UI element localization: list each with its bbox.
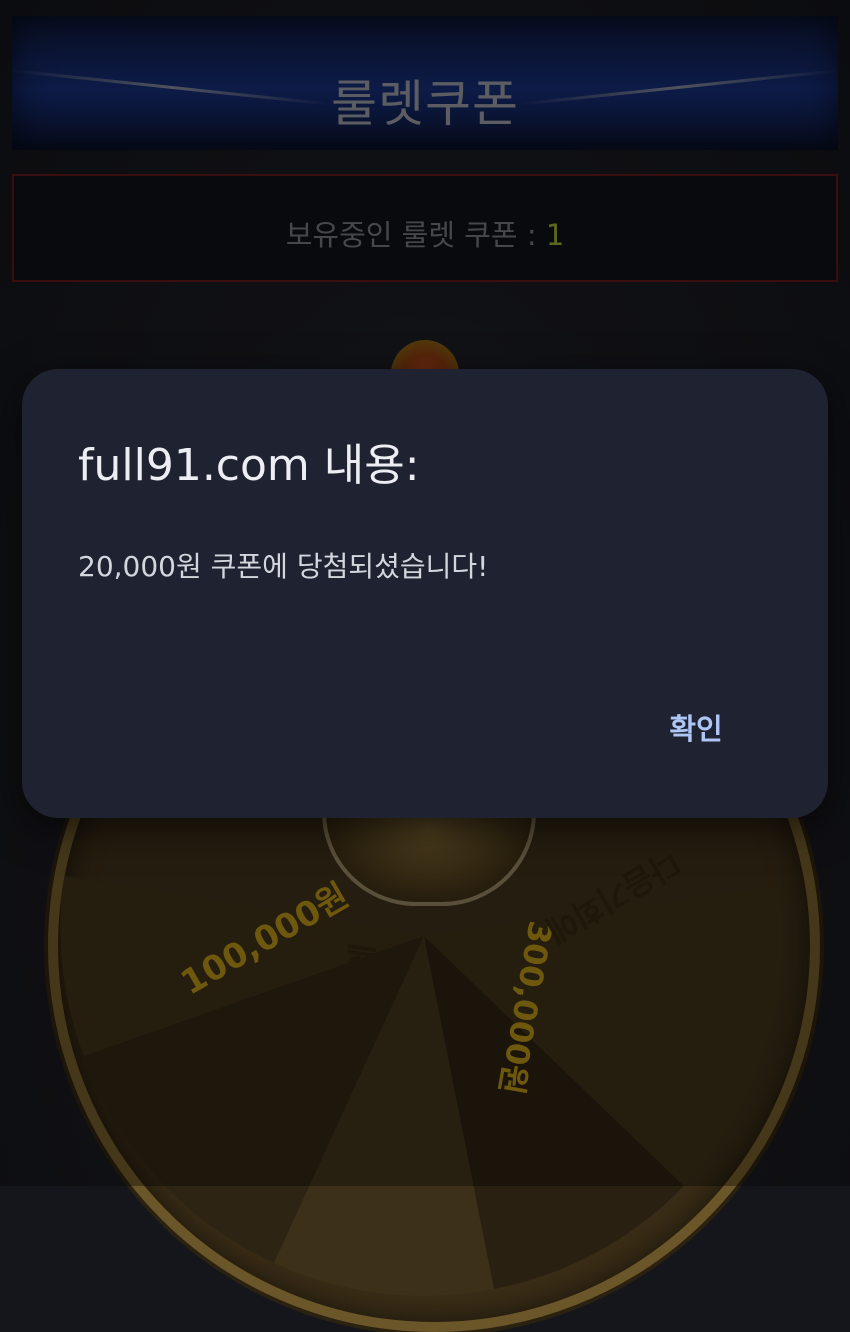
alert-dialog: full91.com 내용: 20,000원 쿠폰에 당첨되셨습니다! 확인 [22,369,828,818]
dialog-message: 20,000원 쿠폰에 당첨되셨습니다! [78,550,489,583]
dialog-title: full91.com 내용: [78,440,420,491]
ok-button[interactable]: 확인 [648,701,744,753]
